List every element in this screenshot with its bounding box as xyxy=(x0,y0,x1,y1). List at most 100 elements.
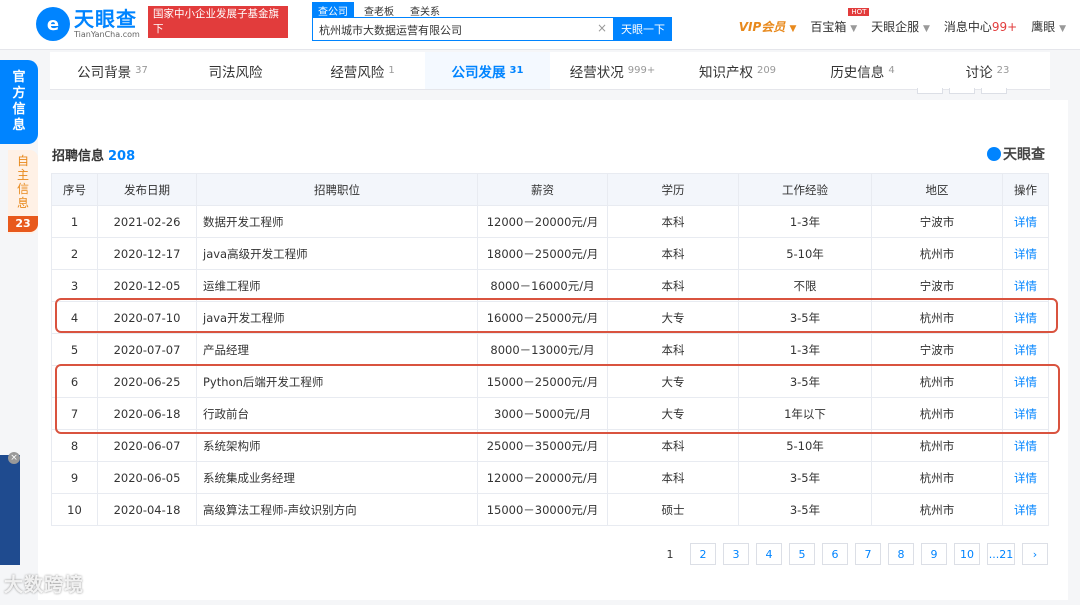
cell-date: 2020-06-07 xyxy=(97,429,197,462)
table-header-row: 序号 发布日期 招聘职位 薪资 学历 工作经验 地区 操作 xyxy=(51,173,1049,206)
page-button[interactable]: 10 xyxy=(954,543,980,565)
page-button[interactable]: 3 xyxy=(723,543,749,565)
cell-index: 3 xyxy=(51,269,98,302)
section-title: 招聘信息 208 xyxy=(52,145,135,164)
col-header-salary: 薪资 xyxy=(477,173,608,206)
highlight-box-rows-6-7 xyxy=(55,364,1060,434)
cell-experience: 3-5年 xyxy=(738,493,872,526)
cell-region: 宁波市 xyxy=(871,333,1003,366)
cell-region: 杭州市 xyxy=(871,429,1003,462)
baibao-menu[interactable]: 百宝箱 HOT ▼ xyxy=(810,8,870,35)
cell-date: 2020-12-05 xyxy=(97,269,197,302)
sidebar-self-char: 信 xyxy=(16,182,29,196)
tab-count: 31 xyxy=(509,65,524,76)
tab-count: 23 xyxy=(996,65,1010,76)
slogan-banner: 国家中小企业发展子基金旗下 官方备案企业征信机构 xyxy=(148,6,288,50)
page-button[interactable]: ...21 xyxy=(987,543,1015,565)
logo-cn: 天眼查 xyxy=(74,7,137,31)
cell-education: 本科 xyxy=(607,269,739,302)
detail-link[interactable]: 详情 xyxy=(1002,461,1049,494)
page-button[interactable]: 7 xyxy=(855,543,881,565)
detail-link[interactable]: 详情 xyxy=(1002,333,1049,366)
detail-link[interactable]: 详情 xyxy=(1002,269,1049,302)
chevron-down-icon: ▼ xyxy=(1059,24,1066,34)
detail-link[interactable]: 详情 xyxy=(1002,237,1049,270)
section-count: 208 xyxy=(108,149,136,164)
cell-index: 8 xyxy=(51,429,98,462)
tab-intellectual-property[interactable]: 知识产权 209 xyxy=(675,52,800,89)
search-input[interactable]: 杭州城市大数据运营有限公司 × xyxy=(312,17,614,41)
tab-count: 37 xyxy=(135,65,148,76)
detail-link[interactable]: 详情 xyxy=(1002,205,1049,238)
cell-education: 本科 xyxy=(607,333,739,366)
table-row: 10 2020-04-18 高级算法工程师-声纹识别方向 15000－30000元/月… xyxy=(51,493,1049,526)
pager-edge xyxy=(981,88,1007,94)
page-button[interactable]: 4 xyxy=(756,543,782,565)
sidebar-official-info[interactable]: 官 方 信 息 xyxy=(0,60,38,144)
sidebar-self-char: 息 xyxy=(16,196,29,210)
logo-text: 天眼查 TianYanCha.com xyxy=(74,8,140,40)
chevron-down-icon: ▼ xyxy=(789,24,797,34)
tab-company-development[interactable]: 公司发展 31 xyxy=(425,52,550,89)
col-header-experience: 工作经验 xyxy=(738,173,872,206)
cell-region: 杭州市 xyxy=(871,461,1003,494)
col-header-education: 学历 xyxy=(607,173,739,206)
brand-label: 天眼查 xyxy=(1003,147,1045,163)
tab-history[interactable]: 历史信息 4 xyxy=(800,52,925,89)
page-button[interactable]: 1 xyxy=(657,543,683,565)
cell-position: 运维工程师 xyxy=(196,269,478,302)
slogan-line-1: 国家中小企业发展子基金旗下 xyxy=(153,8,279,35)
cell-salary: 8000－16000元/月 xyxy=(477,269,608,302)
tab-business-risk[interactable]: 经营风险 1 xyxy=(300,52,425,89)
cell-salary: 15000－30000元/月 xyxy=(477,493,608,526)
hot-badge: HOT xyxy=(848,8,870,16)
tab-discussion[interactable]: 讨论 23 xyxy=(925,52,1050,89)
page-button[interactable]: 6 xyxy=(822,543,848,565)
page-button[interactable]: 8 xyxy=(888,543,914,565)
col-header-region: 地区 xyxy=(871,173,1003,206)
tab-judicial-risk[interactable]: 司法风险 xyxy=(175,52,300,89)
tab-label: 经营风险 xyxy=(330,64,385,81)
cell-date: 2020-04-18 xyxy=(97,493,197,526)
cell-date: 2020-12-17 xyxy=(97,237,197,270)
clear-icon[interactable]: × xyxy=(597,21,607,35)
cell-salary: 18000－25000元/月 xyxy=(477,237,608,270)
recruitment-table: 序号 发布日期 招聘职位 薪资 学历 工作经验 地区 操作 1 2021-02-2… xyxy=(51,173,1049,526)
table-row: 2 2020-12-17 java高级开发工程师 18000－25000元/月 本科 5-… xyxy=(51,237,1049,270)
search-button[interactable]: 天眼一下 xyxy=(614,17,672,41)
side-ad-banner[interactable] xyxy=(0,455,20,565)
cell-region: 杭州市 xyxy=(871,237,1003,270)
table-row: 8 2020-06-07 系统架构师 25000－35000元/月 本科 5-10年 杭州市… xyxy=(51,429,1049,462)
cell-index: 2 xyxy=(51,237,98,270)
sidebar-gov-char: 官 xyxy=(12,70,26,85)
tab-label: 公司发展 xyxy=(451,64,506,81)
qifu-menu[interactable]: 天眼企服 ▼ xyxy=(871,18,930,35)
close-icon[interactable]: × xyxy=(8,452,20,464)
vip-menu[interactable]: VIP会员 ▼ xyxy=(739,18,797,35)
message-label: 消息中心 xyxy=(943,20,992,34)
cell-education: 本科 xyxy=(607,429,739,462)
next-page-button[interactable]: › xyxy=(1022,543,1048,565)
table-row: 9 2020-06-05 系统集成业务经理 12000－20000元/月 本科 3-5年杭… xyxy=(51,461,1049,494)
sidebar-gov-char: 方 xyxy=(12,86,26,101)
logo-en: TianYanCha.com xyxy=(74,30,140,39)
baibao-label: 百宝箱 xyxy=(810,20,847,34)
detail-link[interactable]: 详情 xyxy=(1002,429,1049,462)
pagination: 1 2 3 4 5 6 7 8 9 10 ...21 › xyxy=(657,543,1048,565)
tab-label: 历史信息 xyxy=(830,64,885,81)
page-button[interactable]: 2 xyxy=(690,543,716,565)
tab-count: 209 xyxy=(756,65,777,76)
cell-education: 硕士 xyxy=(607,493,739,526)
message-center[interactable]: 消息中心99+ xyxy=(944,18,1017,35)
tab-business-status[interactable]: 经营状况 999+ xyxy=(550,52,675,89)
tab-company-background[interactable]: 公司背景 37 xyxy=(50,52,175,89)
detail-link[interactable]: 详情 xyxy=(1002,493,1049,526)
cell-salary: 8000－13000元/月 xyxy=(477,333,608,366)
site-logo[interactable]: e 天眼查 TianYanCha.com xyxy=(36,7,140,41)
pager-edge xyxy=(917,88,943,94)
user-menu[interactable]: 鹰眼 ▼ xyxy=(1031,18,1066,35)
page-button[interactable]: 5 xyxy=(789,543,815,565)
cell-position: 产品经理 xyxy=(196,333,478,366)
watermark: 大数跨境 xyxy=(4,574,85,596)
page-button[interactable]: 9 xyxy=(921,543,947,565)
